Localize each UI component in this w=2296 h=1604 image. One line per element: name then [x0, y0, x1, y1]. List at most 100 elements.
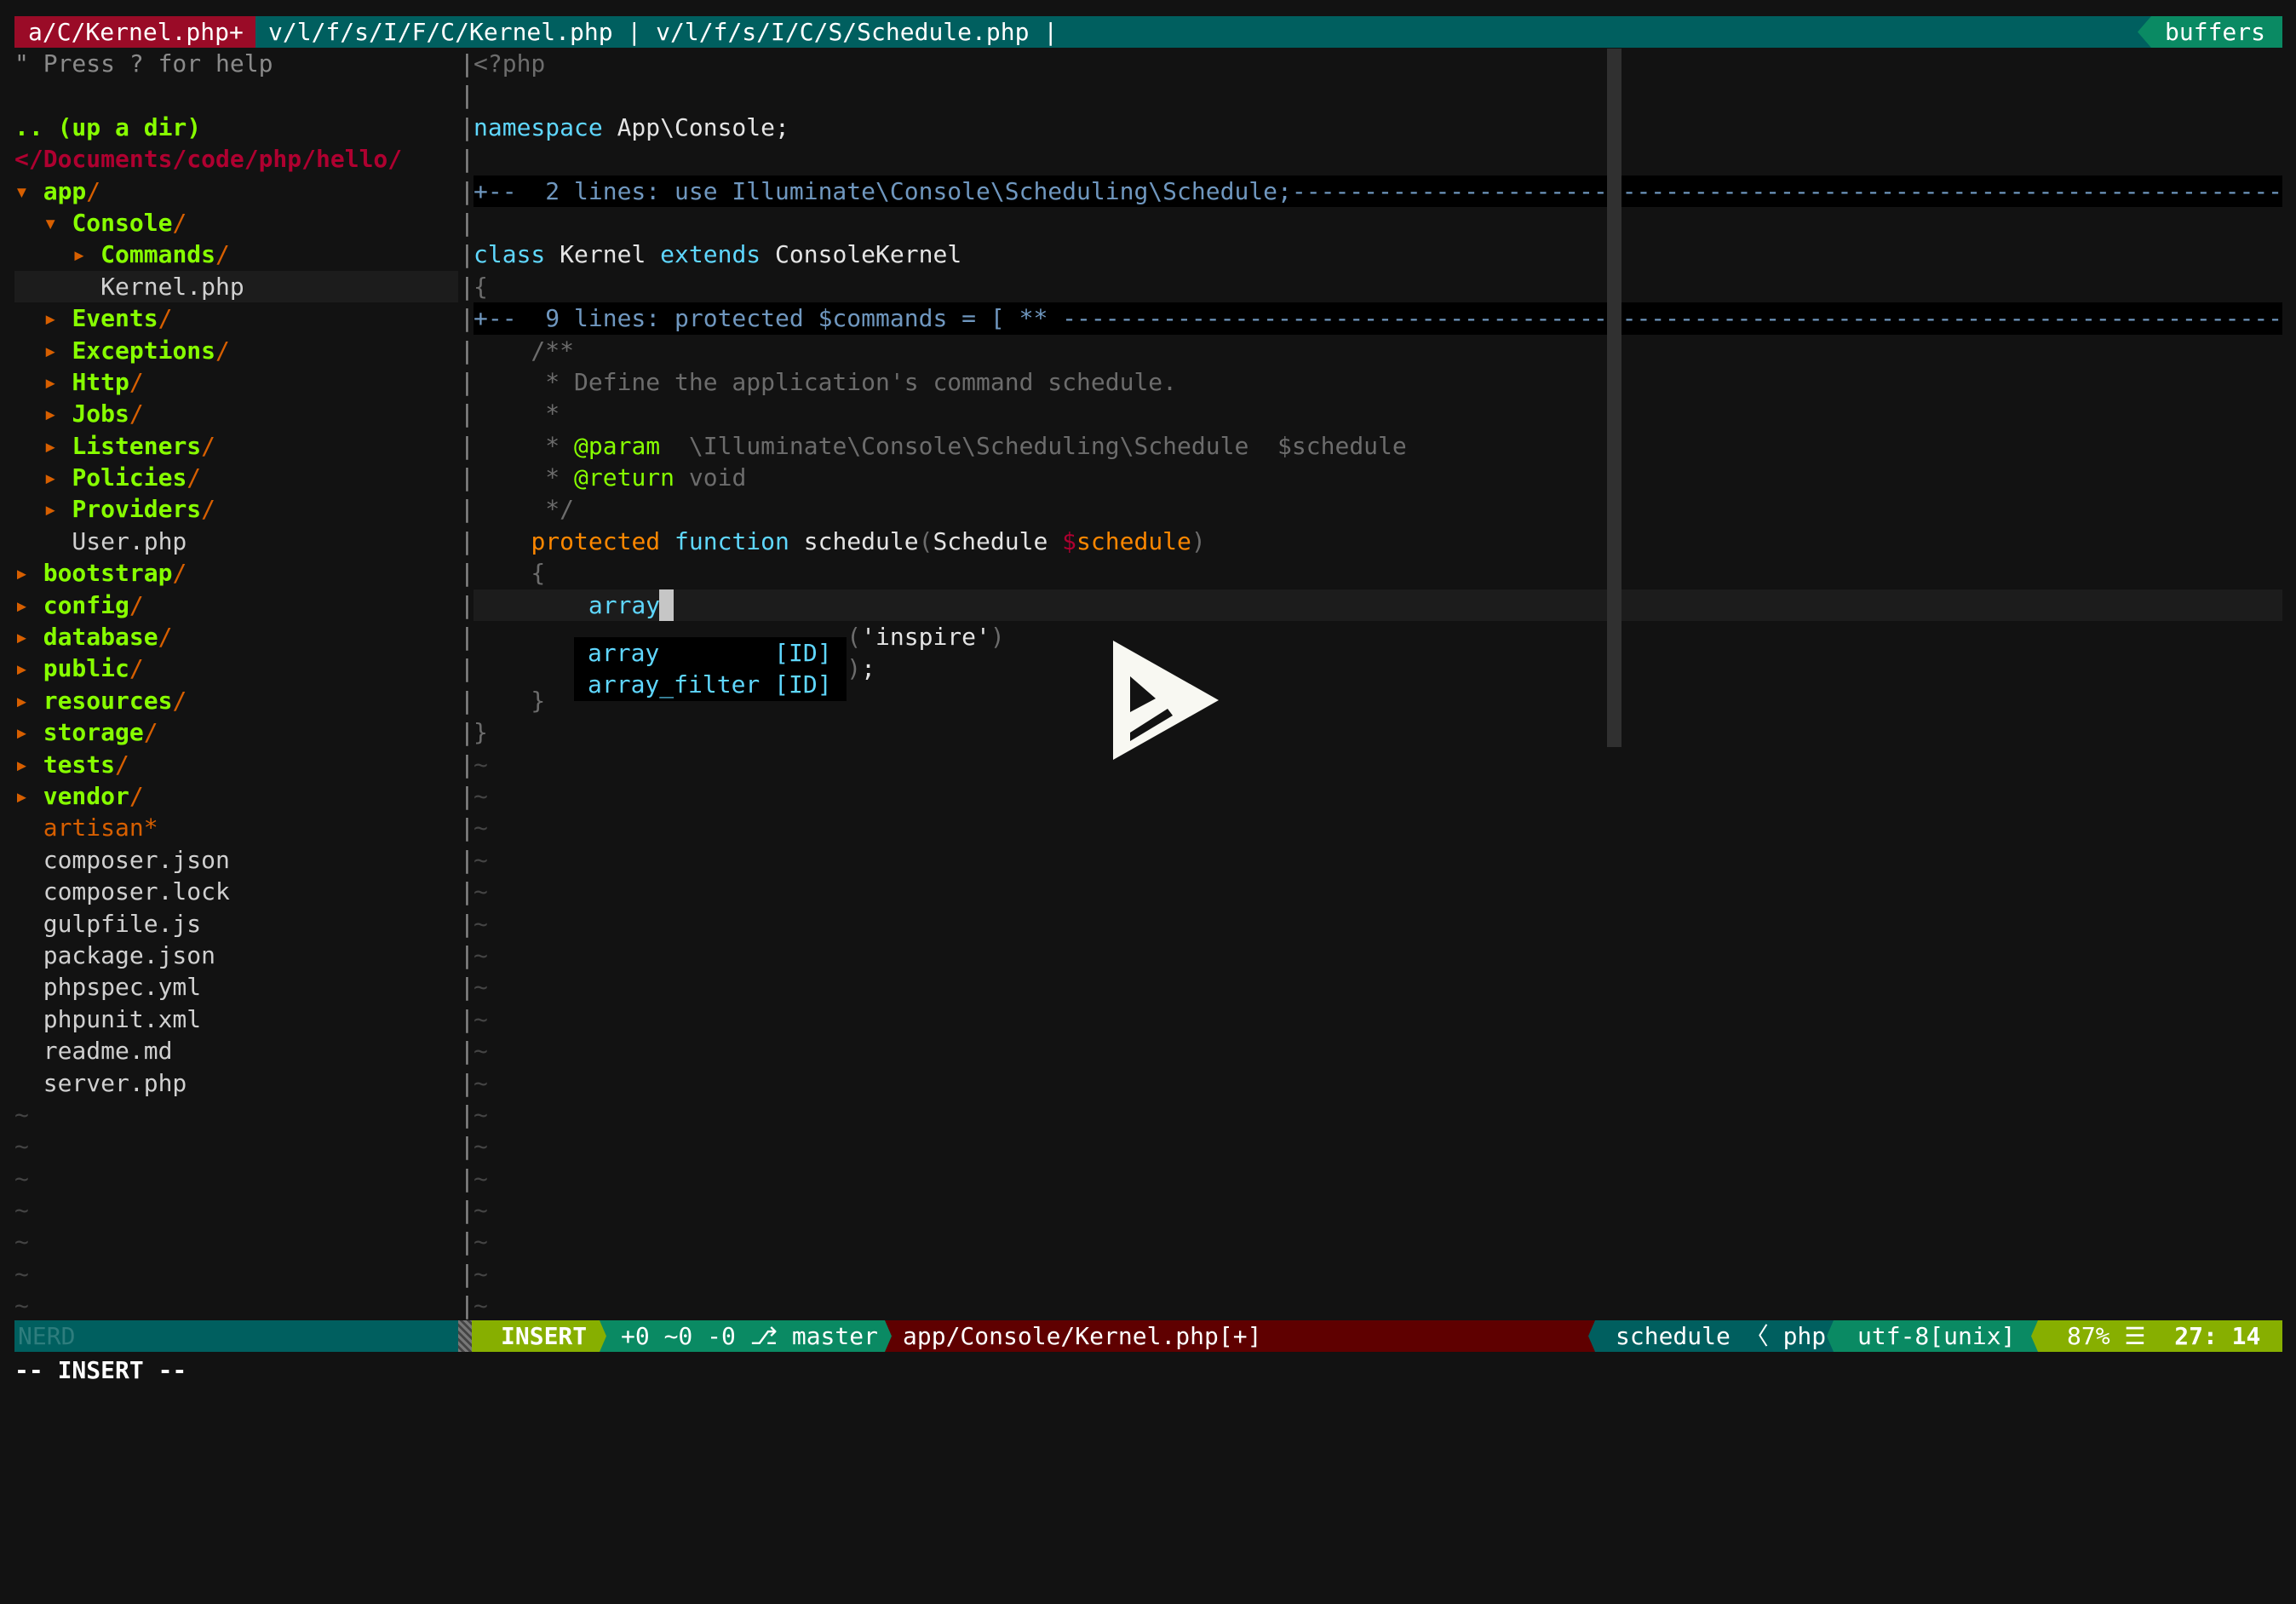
tree-item-config[interactable]: ▸ config/ — [14, 589, 458, 621]
caret-right-icon[interactable]: ▸ — [43, 432, 72, 460]
code-line[interactable]: namespace App\Console; — [474, 112, 2282, 143]
window-separator[interactable]: | | | | | | | | | | | | | | | | | | | | | | | | | | | | | | | | | | | | | | | | — [460, 48, 474, 1322]
file-name: Kernel.php — [14, 272, 244, 301]
tree-item-artisan-[interactable]: artisan* — [14, 812, 458, 843]
tab-other-buffers[interactable]: v/l/f/s/I/F/C/Kernel.php | v/l/f/s/I/C/S… — [268, 16, 1058, 48]
code-line[interactable]: protected function schedule(Schedule $sc… — [474, 526, 2282, 557]
caret-down-icon[interactable]: ▾ — [43, 209, 72, 237]
separator-char: | — [460, 877, 474, 906]
code-line[interactable]: * Define the application's command sched… — [474, 366, 2282, 398]
tree-item-listeners[interactable]: ▸ Listeners/ — [14, 430, 458, 462]
tree-item-vendor[interactable]: ▸ vendor/ — [14, 780, 458, 812]
caret-right-icon[interactable]: ▸ — [72, 240, 100, 268]
tab-kernel-active[interactable]: a/C/Kernel.php+ — [14, 16, 255, 48]
code-line[interactable]: <?php — [474, 48, 2282, 79]
tree-item-exceptions[interactable]: ▸ Exceptions/ — [14, 335, 458, 366]
code-token: Kernel — [545, 240, 661, 269]
completion-item[interactable]: array [ID] — [574, 637, 847, 669]
separator-char: | — [460, 686, 474, 715]
file-name: readme.md — [14, 1037, 173, 1066]
tree-item-bootstrap[interactable]: ▸ bootstrap/ — [14, 557, 458, 589]
command-line[interactable]: -- INSERT -- — [14, 1354, 187, 1386]
tree-up-dir[interactable]: .. (up a dir) — [14, 112, 458, 143]
code-line[interactable]: * @param \Illuminate\Console\Scheduling\… — [474, 430, 2282, 462]
caret-right-icon[interactable]: ▸ — [43, 368, 72, 396]
separator-char: | — [460, 1068, 474, 1097]
empty-line-marker: ~ — [14, 1291, 29, 1320]
caret-right-icon[interactable]: ▸ — [43, 304, 72, 332]
code-line[interactable]: class Kernel extends ConsoleKernel — [474, 239, 2282, 270]
scrollbar[interactable] — [1607, 49, 1622, 747]
caret-right-icon[interactable]: ▸ — [14, 687, 43, 715]
tree-item-kernel-php[interactable]: Kernel.php — [14, 270, 458, 303]
caret-right-icon[interactable]: ▸ — [14, 718, 43, 746]
caret-right-icon[interactable]: ▸ — [43, 463, 72, 492]
dir-slash: / — [129, 781, 144, 810]
caret-down-icon[interactable]: ▾ — [14, 177, 43, 205]
caret-right-icon[interactable]: ▸ — [14, 654, 43, 682]
separator-char: | — [460, 590, 474, 619]
tree-item-database[interactable]: ▸ database/ — [14, 621, 458, 653]
code-line[interactable]: */ — [474, 493, 2282, 525]
caret-right-icon[interactable]: ▸ — [14, 559, 43, 587]
code-line[interactable] — [474, 207, 2282, 239]
code-line[interactable]: * — [474, 398, 2282, 429]
caret-right-icon[interactable]: ▸ — [14, 623, 43, 651]
caret-right-icon[interactable]: ▸ — [14, 591, 43, 619]
dir-name: Console — [72, 208, 173, 237]
tree-item-server-php[interactable]: server.php — [14, 1067, 458, 1099]
cursor-line[interactable]: array — [474, 589, 2282, 622]
tree-item-console[interactable]: ▾ Console/ — [14, 207, 458, 239]
tree-item-commands[interactable]: ▸ Commands/ — [14, 239, 458, 270]
fold-line[interactable]: +-- 2 lines: use Illuminate\Console\Sche… — [474, 175, 2282, 207]
tree-item-storage[interactable]: ▸ storage/ — [14, 716, 458, 748]
code-line[interactable] — [474, 79, 2282, 111]
separator-char: | — [460, 336, 474, 365]
completion-item[interactable]: array_filter [ID] — [574, 669, 847, 700]
code-token: class — [474, 240, 546, 269]
separator-char: | — [460, 845, 474, 874]
caret-right-icon[interactable]: ▸ — [43, 495, 72, 523]
code-line[interactable]: /** — [474, 335, 2282, 366]
caret-right-icon[interactable]: ▸ — [43, 336, 72, 365]
separator-char: | — [460, 909, 474, 938]
file-name: artisan* — [14, 813, 158, 842]
empty-line-marker: ~ — [14, 1196, 29, 1225]
tree-item-gulpfile-js[interactable]: gulpfile.js — [14, 908, 458, 940]
tree-item-policies[interactable]: ▸ Policies/ — [14, 462, 458, 493]
tree-item-public[interactable]: ▸ public/ — [14, 653, 458, 684]
fold-line[interactable]: +-- 9 lines: protected $commands = [ ** … — [474, 302, 2282, 335]
code-line[interactable] — [474, 143, 2282, 175]
code-line[interactable]: * @return void — [474, 462, 2282, 493]
separator-char: | — [460, 463, 474, 492]
empty-line-marker: ~ — [474, 1037, 488, 1066]
tree-item-phpspec-yml[interactable]: phpspec.yml — [14, 971, 458, 1003]
tree-item-resources[interactable]: ▸ resources/ — [14, 685, 458, 716]
code-line[interactable]: { — [474, 271, 2282, 302]
code-line[interactable]: { — [474, 557, 2282, 589]
dir-name: Jobs — [72, 400, 129, 428]
code-token: @param — [574, 431, 661, 460]
tree-item-composer-lock[interactable]: composer.lock — [14, 876, 458, 907]
tree-item-phpunit-xml[interactable]: phpunit.xml — [14, 1003, 458, 1035]
dir-name: public — [43, 654, 129, 683]
tree-item-jobs[interactable]: ▸ Jobs/ — [14, 398, 458, 429]
code-token: extends — [660, 240, 761, 269]
caret-right-icon[interactable]: ▸ — [14, 750, 43, 779]
code-line[interactable]: } — [474, 716, 2282, 748]
tree-item-tests[interactable]: ▸ tests/ — [14, 749, 458, 780]
tree-item-providers[interactable]: ▸ Providers/ — [14, 493, 458, 525]
completion-popup: array [ID] array_filter [ID] — [574, 637, 847, 701]
tree-item-package-json[interactable]: package.json — [14, 940, 458, 971]
code-token: namespace — [474, 112, 603, 141]
tree-item-app[interactable]: ▾ app/ — [14, 175, 458, 207]
tree-item-events[interactable]: ▸ Events/ — [14, 302, 458, 334]
file-name: server.php — [14, 1068, 187, 1097]
tree-item-composer-json[interactable]: composer.json — [14, 844, 458, 876]
tree-item-readme-md[interactable]: readme.md — [14, 1035, 458, 1066]
tree-item-user-php[interactable]: User.php — [14, 526, 458, 557]
caret-right-icon[interactable]: ▸ — [14, 782, 43, 810]
tree-item-http[interactable]: ▸ Http/ — [14, 366, 458, 398]
caret-right-icon[interactable]: ▸ — [43, 400, 72, 428]
separator-char: | — [460, 431, 474, 460]
